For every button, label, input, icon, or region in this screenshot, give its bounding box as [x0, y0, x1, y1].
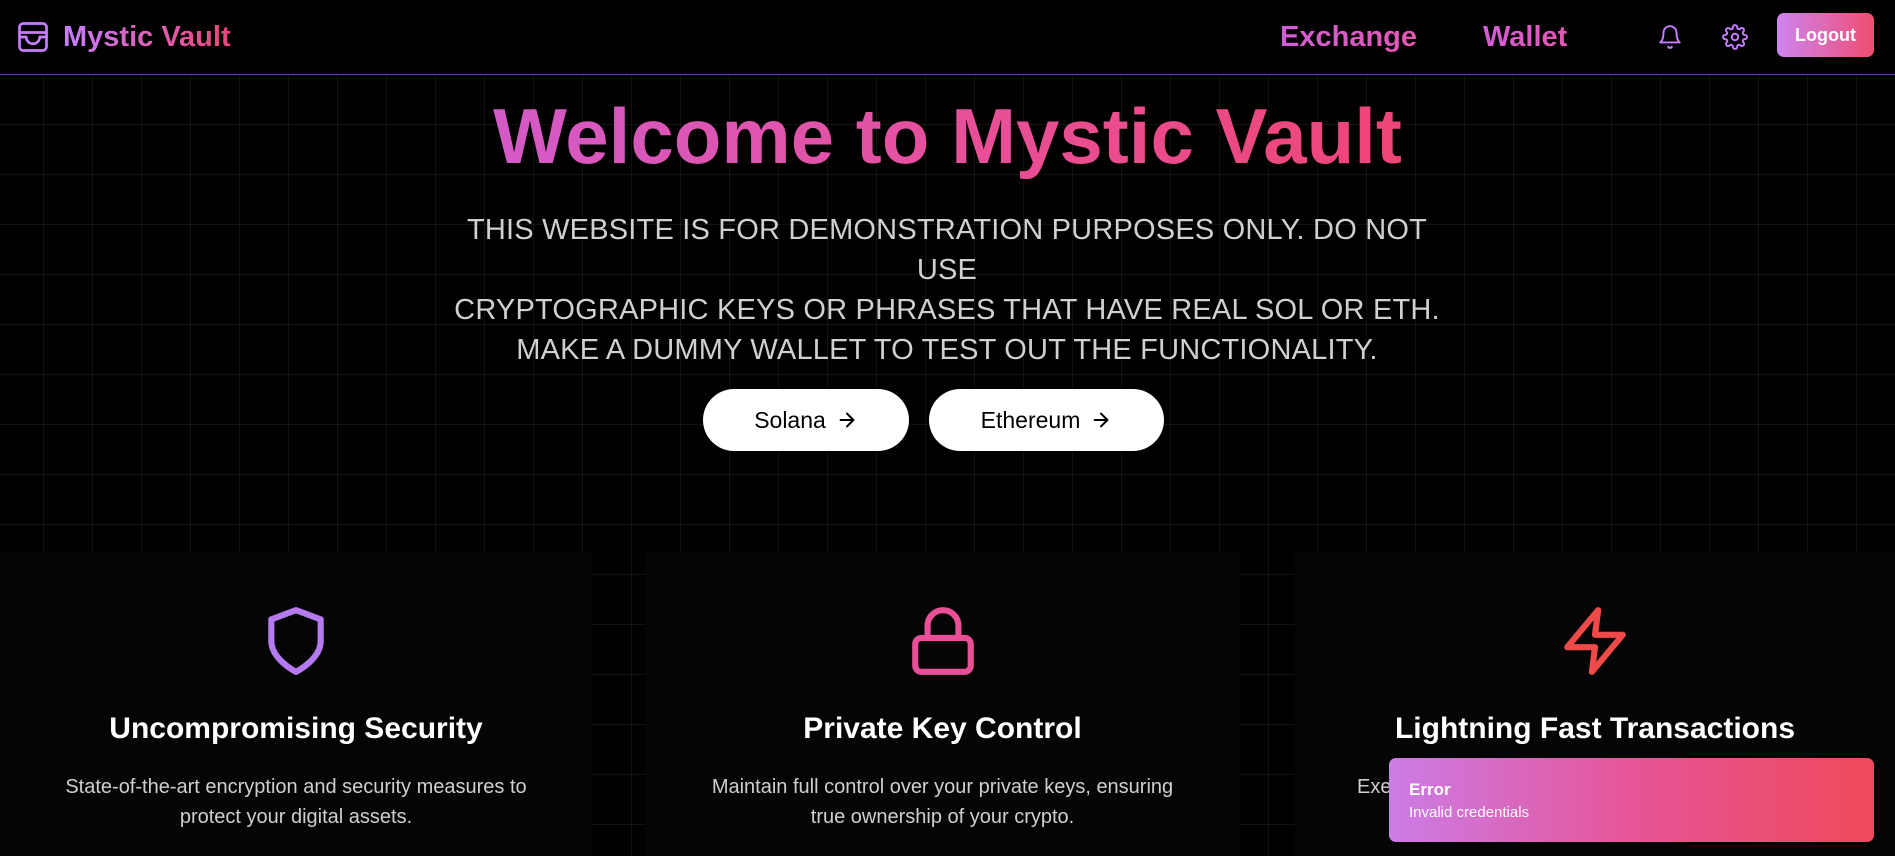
nav-exchange[interactable]: Exchange	[1280, 21, 1417, 54]
demo-notice-line: MAKE A DUMMY WALLET TO TEST OUT THE FUNC…	[516, 334, 1378, 366]
feature-title: Lightning Fast Transactions	[1394, 712, 1796, 745]
brand-name: Mystic Vault	[63, 20, 231, 53]
arrow-right-icon	[1093, 412, 1109, 428]
main-nav: Exchange Wallet	[1280, 0, 1633, 75]
hero-title: Welcome to Mystic Vault	[493, 92, 1402, 180]
feature-title: Private Key Control	[803, 712, 1082, 745]
lock-icon	[911, 607, 974, 675]
logout-button[interactable]: Logout	[1777, 13, 1874, 57]
error-toast[interactable]: Error Invalid credentials	[1389, 758, 1874, 842]
settings-button[interactable]	[1718, 20, 1752, 54]
notifications-button[interactable]	[1653, 20, 1687, 54]
feature-card-security: Uncompromising Security State-of-the-art…	[0, 552, 592, 856]
arrow-right-icon	[839, 412, 855, 428]
gear-icon	[1722, 24, 1748, 50]
bell-icon	[1659, 25, 1681, 49]
solana-button-label: Solana	[754, 406, 826, 433]
shield-icon	[268, 607, 324, 675]
solana-button[interactable]: Solana	[703, 389, 909, 451]
feature-description: Maintain full control over your private …	[711, 776, 1174, 828]
wallet-icon	[18, 22, 48, 52]
feature-card-private-key: Private Key Control Maintain full contro…	[645, 552, 1240, 856]
demo-notice-line: CRYPTOGRAPHIC KEYS OR PHRASES THAT HAVE …	[454, 294, 1440, 326]
feature-description: State-of-the-art encryption and security…	[65, 776, 527, 828]
demo-notice: THIS WEBSITE IS FOR DEMONSTRATION PURPOS…	[447, 210, 1447, 370]
top-navbar: Mystic Vault Exchange Wallet Logout	[0, 0, 1895, 75]
toast-message: Invalid credentials	[1409, 804, 1530, 821]
lightning-icon	[1564, 607, 1626, 675]
nav-wallet[interactable]: Wallet	[1483, 21, 1567, 54]
ethereum-button[interactable]: Ethereum	[929, 389, 1164, 451]
demo-notice-line: THIS WEBSITE IS FOR DEMONSTRATION PURPOS…	[466, 214, 1428, 286]
toast-title: Error	[1409, 780, 1451, 799]
page: Mystic Vault Exchange Wallet Logout Welc…	[0, 0, 1895, 856]
brand-link[interactable]: Mystic Vault	[15, 19, 231, 55]
ethereum-button-label: Ethereum	[980, 406, 1081, 433]
feature-title: Uncompromising Security	[109, 712, 483, 745]
